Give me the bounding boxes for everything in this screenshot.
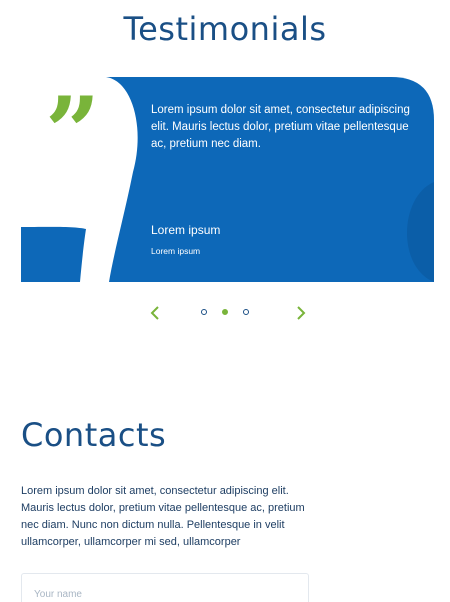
testimonial-quote: Lorem ipsum dolor sit amet, consectetur … [151, 104, 410, 150]
page: Testimonials ” Lorem ipsum dolor sit ame… [0, 0, 450, 602]
contacts-title: Contacts [21, 416, 167, 454]
carousel-dot[interactable] [243, 309, 249, 315]
testimonials-title: Testimonials [123, 10, 327, 48]
carousel-dot[interactable] [201, 309, 207, 315]
testimonial-author-role: Lorem ipsum [151, 246, 201, 256]
testimonial-author: Lorem ipsum [151, 223, 221, 237]
testimonial-card: ” Lorem ipsum dolor sit amet, consectetu… [21, 77, 434, 282]
name-input[interactable] [21, 573, 309, 602]
carousel-dot-active[interactable] [222, 309, 228, 315]
chevron-right-icon [297, 306, 306, 320]
quote-icon: ” [45, 76, 101, 189]
carousel-dots [201, 309, 249, 315]
contacts-description: Lorem ipsum dolor sit amet, consectetur … [21, 485, 305, 548]
chevron-left-icon [150, 306, 159, 320]
carousel-next-button[interactable] [291, 303, 309, 323]
carousel-prev-button[interactable] [147, 303, 165, 323]
